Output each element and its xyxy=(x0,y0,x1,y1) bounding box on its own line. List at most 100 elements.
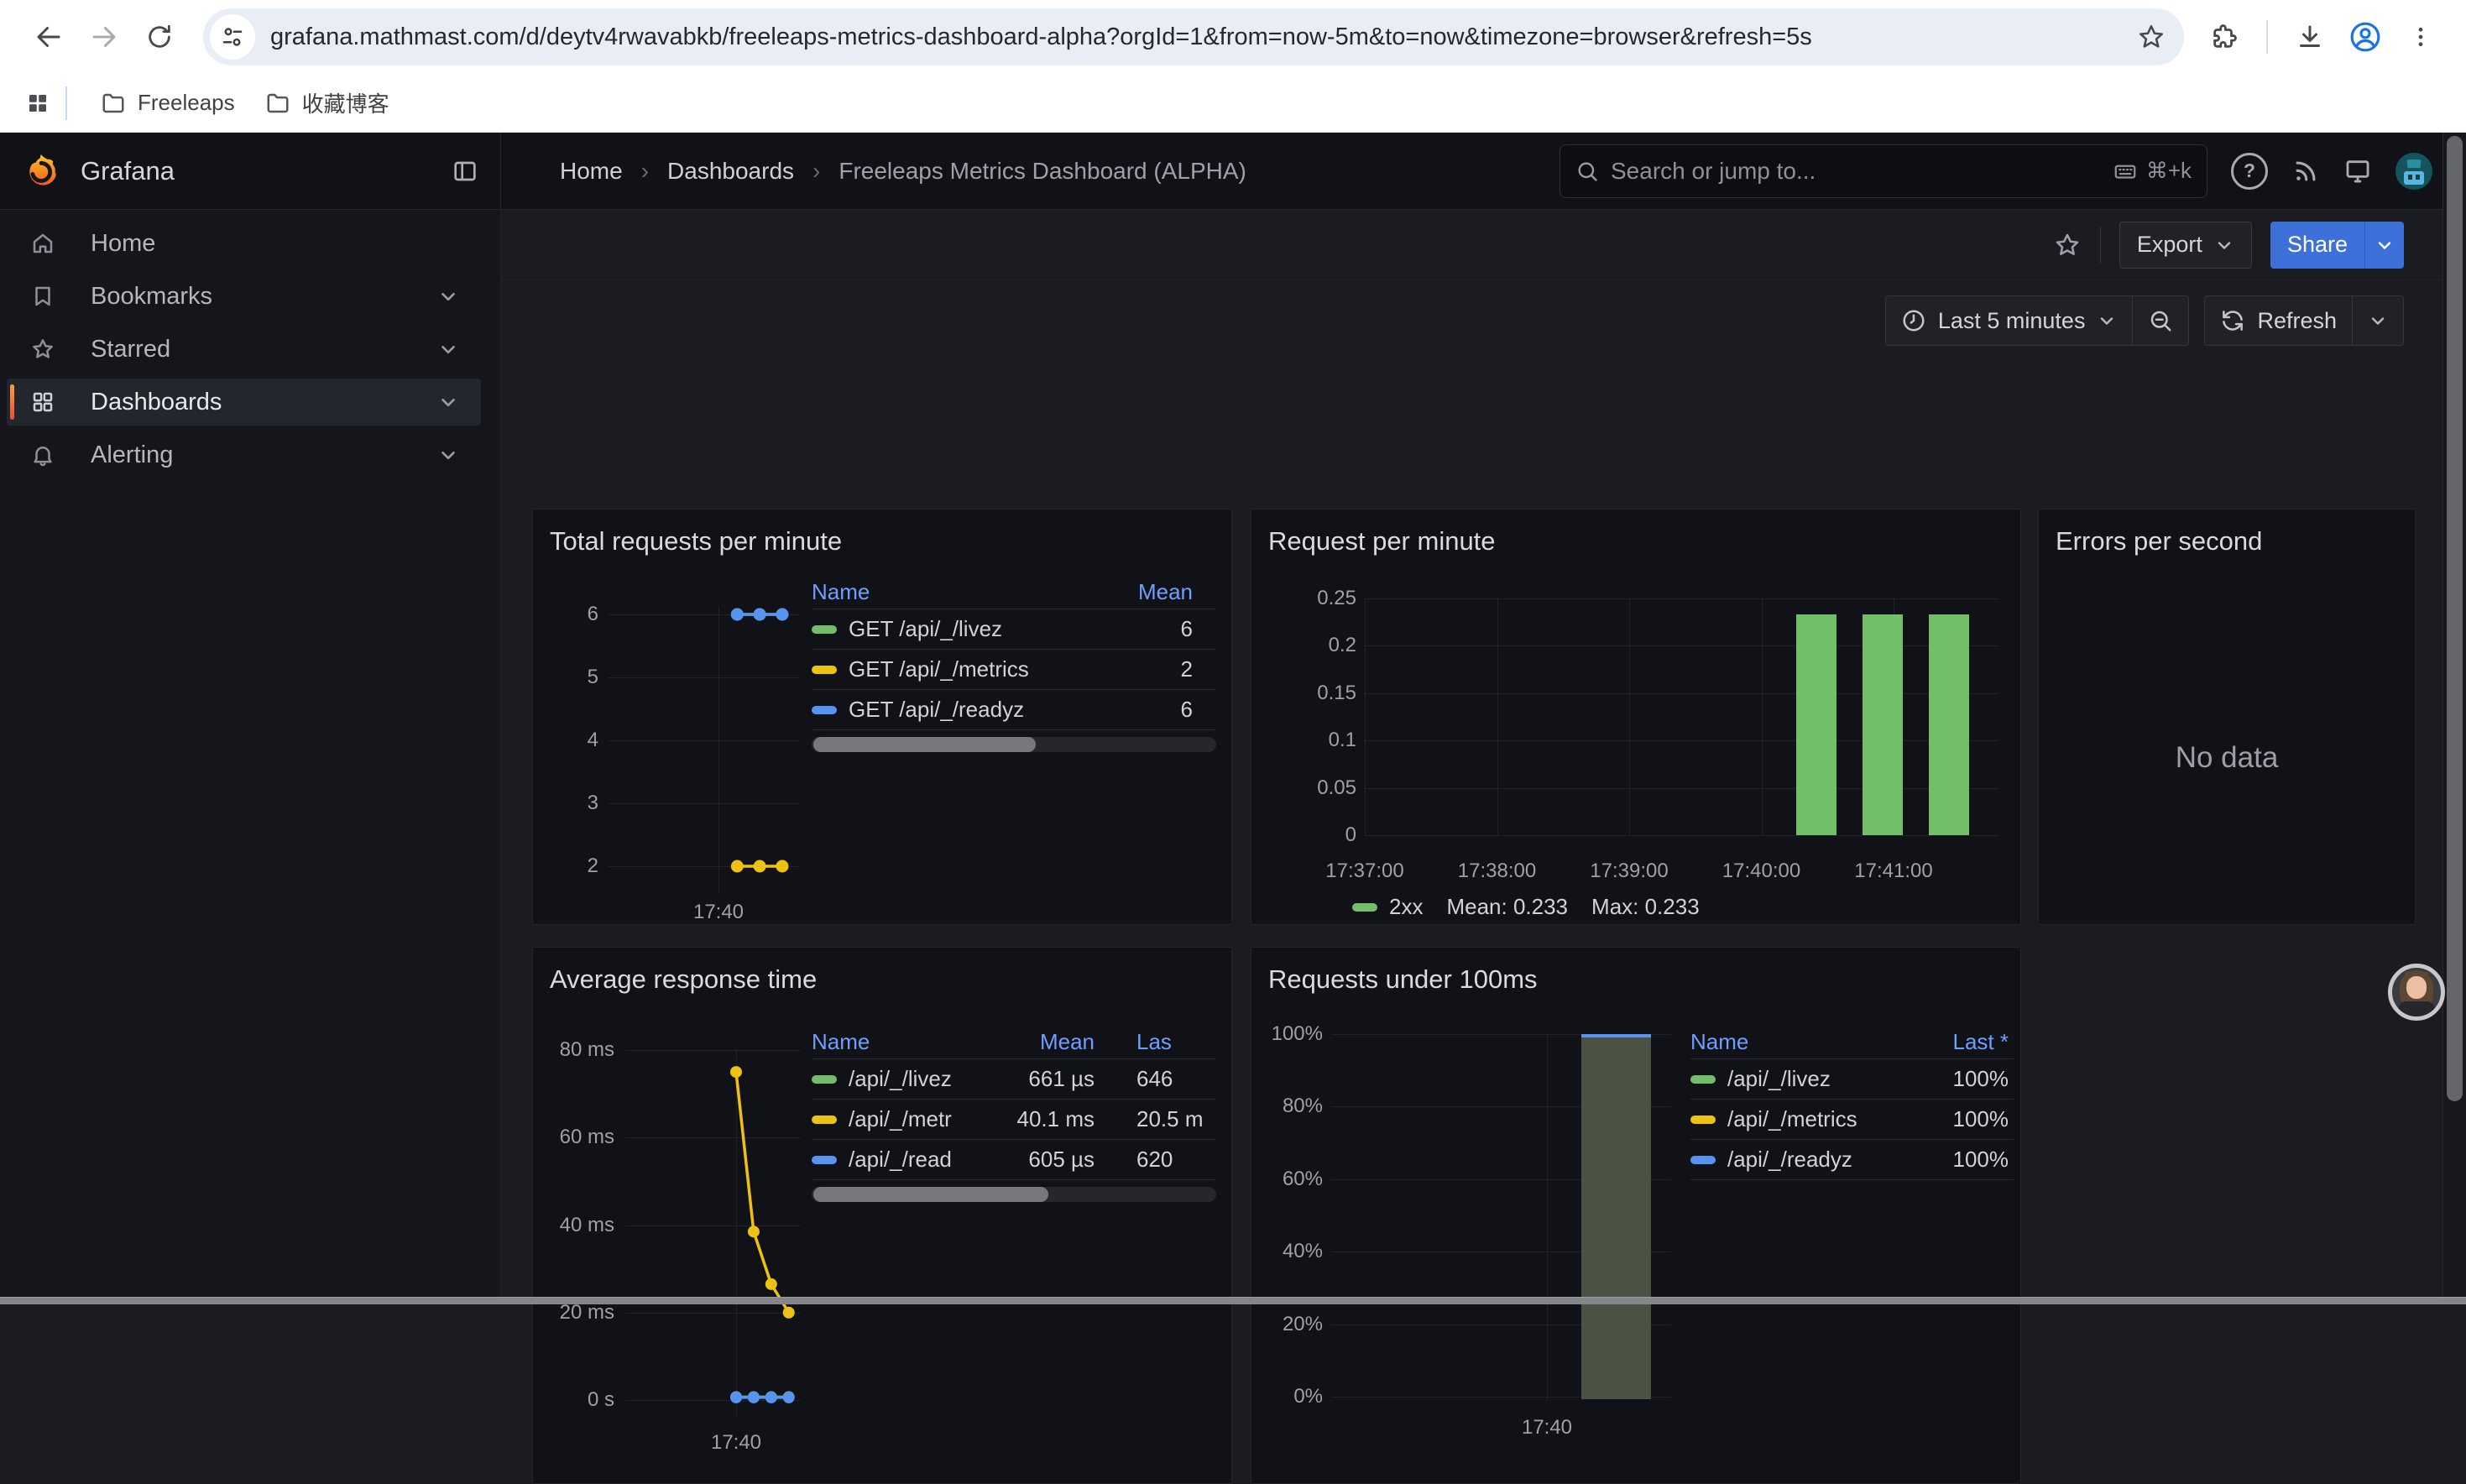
panel-legend: Name Mean Las /api/_/livez 661 µs 646 /a… xyxy=(812,1025,1216,1202)
time-controls: Last 5 minutes Refresh xyxy=(501,295,2442,346)
site-settings-icon[interactable] xyxy=(210,14,255,60)
export-button[interactable]: Export xyxy=(2119,222,2252,269)
legend-row[interactable]: /api/_/metrics 100% xyxy=(1690,1100,2014,1140)
bookmarks-bar: Freeleaps 收藏博客 xyxy=(0,74,2466,133)
rss-icon[interactable] xyxy=(2291,157,2320,186)
series-swatch xyxy=(1690,1116,1716,1124)
legend-row[interactable]: /api/_/metrics 40.1 ms 20.5 m xyxy=(812,1100,1216,1140)
panel-total-requests[interactable]: Total requests per minute 6543217:40 Nam… xyxy=(532,509,1232,925)
legend-row[interactable]: /api/_/readyz 100% xyxy=(1690,1140,2014,1180)
panel-title[interactable]: Errors per second xyxy=(2056,526,2262,556)
breadcrumb-home[interactable]: Home xyxy=(560,158,623,185)
chevron-down-icon xyxy=(2214,235,2234,255)
share-menu-button[interactable] xyxy=(2364,222,2404,269)
browser-toolbar: grafana.mathmast.com/d/deytv4rwavabkb/fr… xyxy=(0,0,2466,74)
series-swatch xyxy=(1352,903,1377,912)
legend-row[interactable]: /api/_/readyz 605 µs 620 xyxy=(812,1140,1216,1180)
url-text[interactable]: grafana.mathmast.com/d/deytv4rwavabkb/fr… xyxy=(270,24,2137,51)
legend-row[interactable]: GET /api/_/metrics 2 xyxy=(812,650,1216,690)
legend-scrollbar[interactable] xyxy=(812,737,1216,752)
legend-header-mean[interactable]: Mean xyxy=(1067,579,1216,605)
refresh-icon xyxy=(2220,308,2245,333)
dock-sidebar-icon[interactable] xyxy=(452,158,478,185)
chevron-down-icon[interactable] xyxy=(437,338,459,360)
bookmark-folder-label: Freeleaps xyxy=(138,90,235,116)
bar-chart[interactable]: 0.250.20.150.10.05017:37:0017:38:0017:39… xyxy=(1251,509,2020,924)
browser-menu-icon[interactable] xyxy=(2397,13,2444,60)
panel-legend[interactable]: 2xx Mean: 0.233 Max: 0.233 xyxy=(1352,894,1700,920)
user-avatar[interactable] xyxy=(2395,153,2432,190)
time-range-button[interactable]: Last 5 minutes xyxy=(1886,296,2133,345)
sidebar-item-starred[interactable]: Starred xyxy=(7,326,481,373)
breadcrumb-separator: › xyxy=(812,158,820,185)
series-swatch xyxy=(812,1116,837,1124)
chevron-down-icon[interactable] xyxy=(437,391,459,413)
breadcrumb-dashboards[interactable]: Dashboards xyxy=(667,158,794,185)
extensions-icon[interactable] xyxy=(2201,13,2248,60)
window-scrollbar[interactable] xyxy=(2442,133,2466,1304)
legend-header-last[interactable]: Las xyxy=(1118,1029,1216,1055)
chevron-down-icon[interactable] xyxy=(437,444,459,466)
profile-icon[interactable] xyxy=(2342,13,2389,60)
apps-grid-icon[interactable] xyxy=(25,91,50,116)
no-data-message: No data xyxy=(2039,741,2415,775)
bookmark-folder-freeleaps[interactable]: Freeleaps xyxy=(86,83,250,123)
bookmark-icon xyxy=(30,284,55,309)
search-input[interactable]: Search or jump to... ⌘+k xyxy=(1560,144,2207,198)
legend-header-name[interactable]: Name xyxy=(1690,1029,1899,1055)
url-bar[interactable]: grafana.mathmast.com/d/deytv4rwavabkb/fr… xyxy=(203,8,2184,65)
sidebar-item-home[interactable]: Home xyxy=(7,220,481,267)
zoom-out-button[interactable] xyxy=(2132,296,2188,345)
grafana-logo[interactable] xyxy=(22,152,60,191)
panel-errors-per-second[interactable]: Errors per second No data xyxy=(2038,509,2416,925)
chevron-down-icon[interactable] xyxy=(437,285,459,307)
series-swatch xyxy=(812,1075,837,1084)
panel-request-per-minute[interactable]: Request per minute 0.250.20.150.10.05017… xyxy=(1251,509,2021,925)
legend-header-name[interactable]: Name xyxy=(812,579,1067,605)
active-indicator xyxy=(10,384,14,420)
chevron-down-icon xyxy=(2097,311,2117,331)
home-icon xyxy=(30,231,55,256)
share-button[interactable]: Share xyxy=(2270,222,2364,269)
legend-header-mean[interactable]: Mean xyxy=(952,1029,1118,1055)
download-icon[interactable] xyxy=(2286,13,2333,60)
search-icon xyxy=(1575,159,1599,183)
bookmark-folder-label: 收藏博客 xyxy=(302,87,389,118)
toolbar-divider xyxy=(2266,20,2268,54)
favorite-star-icon[interactable] xyxy=(2053,231,2082,259)
refresh-interval-button[interactable] xyxy=(2352,296,2403,345)
assistant-avatar[interactable] xyxy=(2388,964,2445,1021)
sidebar-item-alerting[interactable]: Alerting xyxy=(7,431,481,478)
legend-row[interactable]: GET /api/_/readyz 6 xyxy=(812,690,1216,730)
bell-icon xyxy=(30,442,55,468)
brand-name: Grafana xyxy=(81,156,175,186)
forward-icon[interactable] xyxy=(81,13,128,60)
sidebar-item-bookmarks[interactable]: Bookmarks xyxy=(7,273,481,320)
reload-icon[interactable] xyxy=(136,13,183,60)
sidebar-item-dashboards[interactable]: Dashboards xyxy=(7,379,481,426)
bookmarks-divider xyxy=(65,86,67,120)
legend-header-name[interactable]: Name xyxy=(812,1029,952,1055)
legend-row[interactable]: GET /api/_/livez 6 xyxy=(812,609,1216,650)
panel-requests-under-100ms[interactable]: Requests under 100ms 100%80%60%40%20%0%1… xyxy=(1251,947,2021,1484)
back-icon[interactable] xyxy=(25,13,72,60)
horizontal-scrollbar[interactable] xyxy=(0,1297,2466,1304)
legend-scrollbar[interactable] xyxy=(812,1187,1216,1202)
legend-row[interactable]: /api/_/livez 100% xyxy=(1690,1059,2014,1100)
help-icon[interactable] xyxy=(2231,153,2268,190)
breadcrumb-separator: › xyxy=(641,158,649,185)
clock-icon xyxy=(1901,308,1926,333)
panel-average-response-time[interactable]: Average response time 80 ms60 ms40 ms20 … xyxy=(532,947,1232,1484)
legend-header-last[interactable]: Last * xyxy=(1899,1029,2014,1055)
bookmark-folder-blogs[interactable]: 收藏博客 xyxy=(250,81,405,125)
kiosk-monitor-icon[interactable] xyxy=(2343,157,2372,186)
bookmark-star-icon[interactable] xyxy=(2137,23,2166,51)
legend-row[interactable]: /api/_/livez 661 µs 646 xyxy=(812,1059,1216,1100)
time-range-group: Last 5 minutes xyxy=(1885,295,2190,346)
refresh-button[interactable]: Refresh xyxy=(2205,296,2352,345)
nav-actions: Search or jump to... ⌘+k xyxy=(1560,144,2466,198)
zoom-out-icon xyxy=(2148,308,2173,333)
breadcrumb-current: Freeleaps Metrics Dashboard (ALPHA) xyxy=(839,158,1246,185)
scrollbar-thumb[interactable] xyxy=(2447,136,2463,1101)
series-swatch xyxy=(812,666,837,674)
